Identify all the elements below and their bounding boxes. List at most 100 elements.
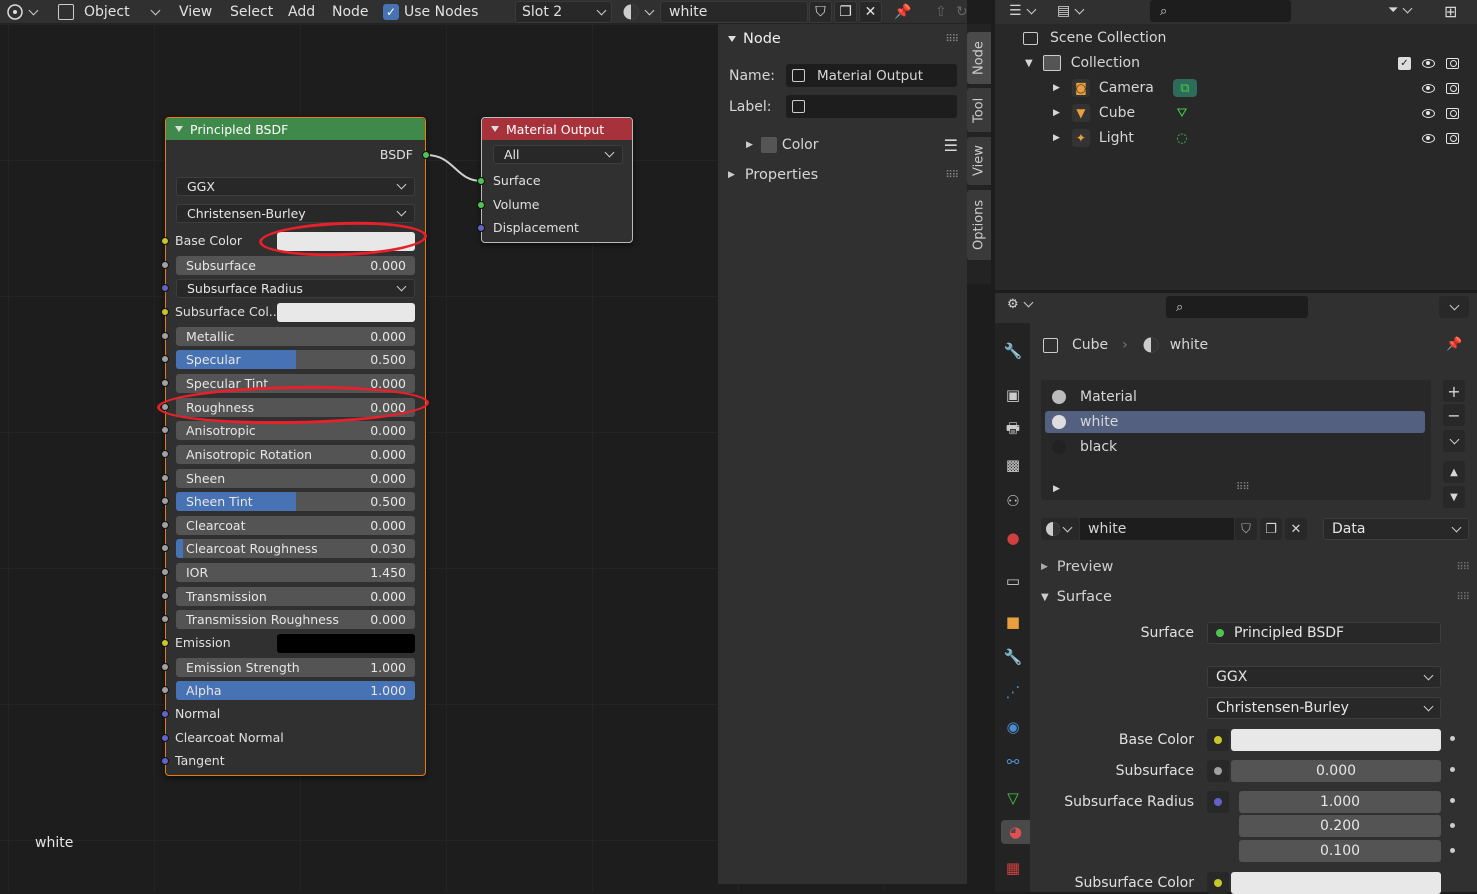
tangent-socket[interactable] <box>161 757 169 766</box>
transmission-roughness-field[interactable]: Transmission Roughness 0.000 <box>176 610 415 630</box>
drag-handle-icon[interactable]: ⠿⠿ <box>945 170 959 181</box>
color-checkbox[interactable] <box>760 137 777 153</box>
visibility-eye-icon[interactable] <box>1422 133 1435 143</box>
color-subpanel-header[interactable]: ▶ Color ☰ <box>746 136 958 155</box>
metallic-socket[interactable] <box>161 331 169 340</box>
visibility-eye-icon[interactable] <box>1422 83 1435 93</box>
move-slot-down-button[interactable]: ▼ <box>1443 486 1465 508</box>
keyframe-dot-icon[interactable] <box>1450 823 1455 828</box>
new-collection-button[interactable]: ⊞ <box>1444 2 1457 21</box>
radius-socket-button[interactable] <box>1207 791 1229 813</box>
clearcoat-normal-socket[interactable] <box>161 733 169 742</box>
search-input[interactable]: ⌕ <box>1166 296 1308 318</box>
node-label-field[interactable] <box>786 95 957 118</box>
tab-node[interactable]: Node <box>967 32 991 84</box>
material-output-node[interactable]: Material Output All Surface Volume Displ… <box>477 117 633 243</box>
render-camera-icon[interactable] <box>1446 57 1459 69</box>
subsurface-socket-button[interactable] <box>1207 760 1229 782</box>
subsurface-col-socket[interactable] <box>161 307 169 316</box>
ior-field[interactable]: IOR 1.450 <box>176 563 415 583</box>
resize-handle-icon[interactable]: ⠿⠿ <box>1236 482 1250 493</box>
object-tab[interactable]: ■ <box>1001 610 1025 634</box>
sheen-socket[interactable] <box>161 473 169 482</box>
subsurface-radius-socket[interactable] <box>161 284 169 293</box>
filter-button[interactable]: ⏷ <box>1388 3 1413 18</box>
distribution-dropdown[interactable]: GGX <box>176 177 415 196</box>
keyframe-dot-icon[interactable] <box>1450 798 1455 803</box>
expand-icon[interactable]: ▶ <box>1053 484 1060 494</box>
ior-socket[interactable] <box>161 568 169 577</box>
subsurface-socket[interactable] <box>161 260 169 269</box>
displacement-socket[interactable] <box>477 224 485 232</box>
outliner-row-cube[interactable]: ▶ ▼ Cube ⛛ <box>1053 103 1473 123</box>
volume-socket[interactable] <box>477 201 485 209</box>
sheen-tint-socket[interactable] <box>161 497 169 506</box>
slot-material[interactable]: Material <box>1045 386 1425 408</box>
base-color-socket[interactable] <box>161 237 169 245</box>
slot-specials-button[interactable] <box>1443 430 1465 452</box>
collection-tab[interactable]: ▭ <box>1001 569 1025 593</box>
anisotropic-rotation-socket[interactable] <box>161 449 169 458</box>
remove-slot-button[interactable]: − <box>1443 404 1465 426</box>
render-camera-icon[interactable] <box>1446 107 1459 119</box>
radius-x-field[interactable]: 1.000 <box>1239 791 1441 813</box>
display-mode-button[interactable]: ▤ <box>1057 3 1085 19</box>
tab-tool[interactable]: Tool <box>967 88 991 132</box>
object-data-tab[interactable]: ▽ <box>1001 786 1025 810</box>
preview-panel-header[interactable]: ▶ Preview ⠿⠿ <box>1041 558 1470 576</box>
subsurface-color-swatch[interactable] <box>1231 872 1441 894</box>
base-color-socket-button[interactable] <box>1207 729 1229 751</box>
anisotropic-socket[interactable] <box>161 426 169 435</box>
node-header[interactable]: Principled BSDF <box>166 118 425 140</box>
editor-type-button[interactable]: ☰ <box>1009 3 1037 19</box>
outliner-row-light[interactable]: ▶ ✦ Light ◌ <box>1053 128 1473 148</box>
emission-socket[interactable] <box>161 639 169 648</box>
alpha-socket[interactable] <box>161 686 169 695</box>
clearcoat-roughness-field[interactable]: Clearcoat Roughness 0.030 <box>176 539 415 559</box>
anisotropic-rotation-field[interactable]: Anisotropic Rotation 0.000 <box>176 444 415 464</box>
material-tab[interactable]: ◕ <box>1001 820 1030 844</box>
expand-icon[interactable]: ▶ <box>1053 108 1060 118</box>
distribution-dropdown[interactable]: GGX <box>1207 666 1441 688</box>
metallic-field[interactable]: Metallic 0.000 <box>176 326 415 346</box>
texture-tab[interactable]: ▦ <box>1001 856 1025 880</box>
surface-socket[interactable] <box>477 177 485 185</box>
emission-strength-socket[interactable] <box>161 662 169 671</box>
slot-white[interactable]: white <box>1045 411 1425 433</box>
duplicate-material-button[interactable]: ❐ <box>1260 518 1282 540</box>
render-camera-icon[interactable] <box>1446 132 1459 144</box>
node-panel-header[interactable]: Node ⠿⠿ <box>728 30 959 48</box>
view-layer-tab[interactable]: ▩ <box>1001 453 1025 477</box>
expand-icon[interactable]: ▶ <box>1053 133 1060 143</box>
drag-handle-icon[interactable]: ⠿⠿ <box>945 34 959 45</box>
move-slot-up-button[interactable]: ▲ <box>1443 461 1465 483</box>
exclude-checkbox[interactable]: ✓ <box>1398 56 1411 70</box>
collection-row[interactable]: ▼ Collection ✓ <box>1025 53 1475 73</box>
material-browse-button[interactable] <box>1041 518 1079 540</box>
expand-down-icon[interactable]: ▼ <box>1025 58 1033 69</box>
alpha-field[interactable]: Alpha 1.000 <box>176 681 415 701</box>
clearcoat-field[interactable]: Clearcoat 0.000 <box>176 515 415 535</box>
tab-options[interactable]: Options <box>967 190 991 260</box>
constraints-tab[interactable]: ⚯ <box>1001 750 1025 774</box>
camera-data-icon[interactable]: ⧉ <box>1172 79 1197 97</box>
sheen-field[interactable]: Sheen 0.000 <box>176 468 415 488</box>
subsurface-radius-dropdown[interactable]: Subsurface Radius <box>176 279 415 299</box>
sheen-tint-field[interactable]: Sheen Tint 0.500 <box>176 492 415 512</box>
tool-tab[interactable]: 🔧 <box>1001 339 1025 363</box>
light-data-icon[interactable]: ◌ <box>1173 129 1191 147</box>
visibility-eye-icon[interactable] <box>1422 108 1435 118</box>
scene-tab[interactable]: ⚇ <box>1001 489 1025 513</box>
subsurface-color-socket-button[interactable] <box>1207 872 1229 894</box>
node-header[interactable]: Material Output <box>482 118 632 140</box>
subsurface-field[interactable]: Subsurface 0.000 <box>176 255 415 275</box>
add-slot-button[interactable]: + <box>1443 380 1465 402</box>
emission-color-swatch[interactable] <box>277 634 415 654</box>
keyframe-dot-icon[interactable] <box>1450 736 1455 741</box>
radius-y-field[interactable]: 0.200 <box>1239 815 1441 837</box>
specular-socket[interactable] <box>161 355 169 364</box>
properties-panel-header[interactable]: ▶ Properties ⠿⠿ <box>728 166 959 184</box>
drag-handle-icon[interactable]: ⠿⠿ <box>1456 562 1470 573</box>
scene-collection-row[interactable]: Scene Collection <box>1023 28 1473 48</box>
clearcoat-socket[interactable] <box>161 520 169 529</box>
